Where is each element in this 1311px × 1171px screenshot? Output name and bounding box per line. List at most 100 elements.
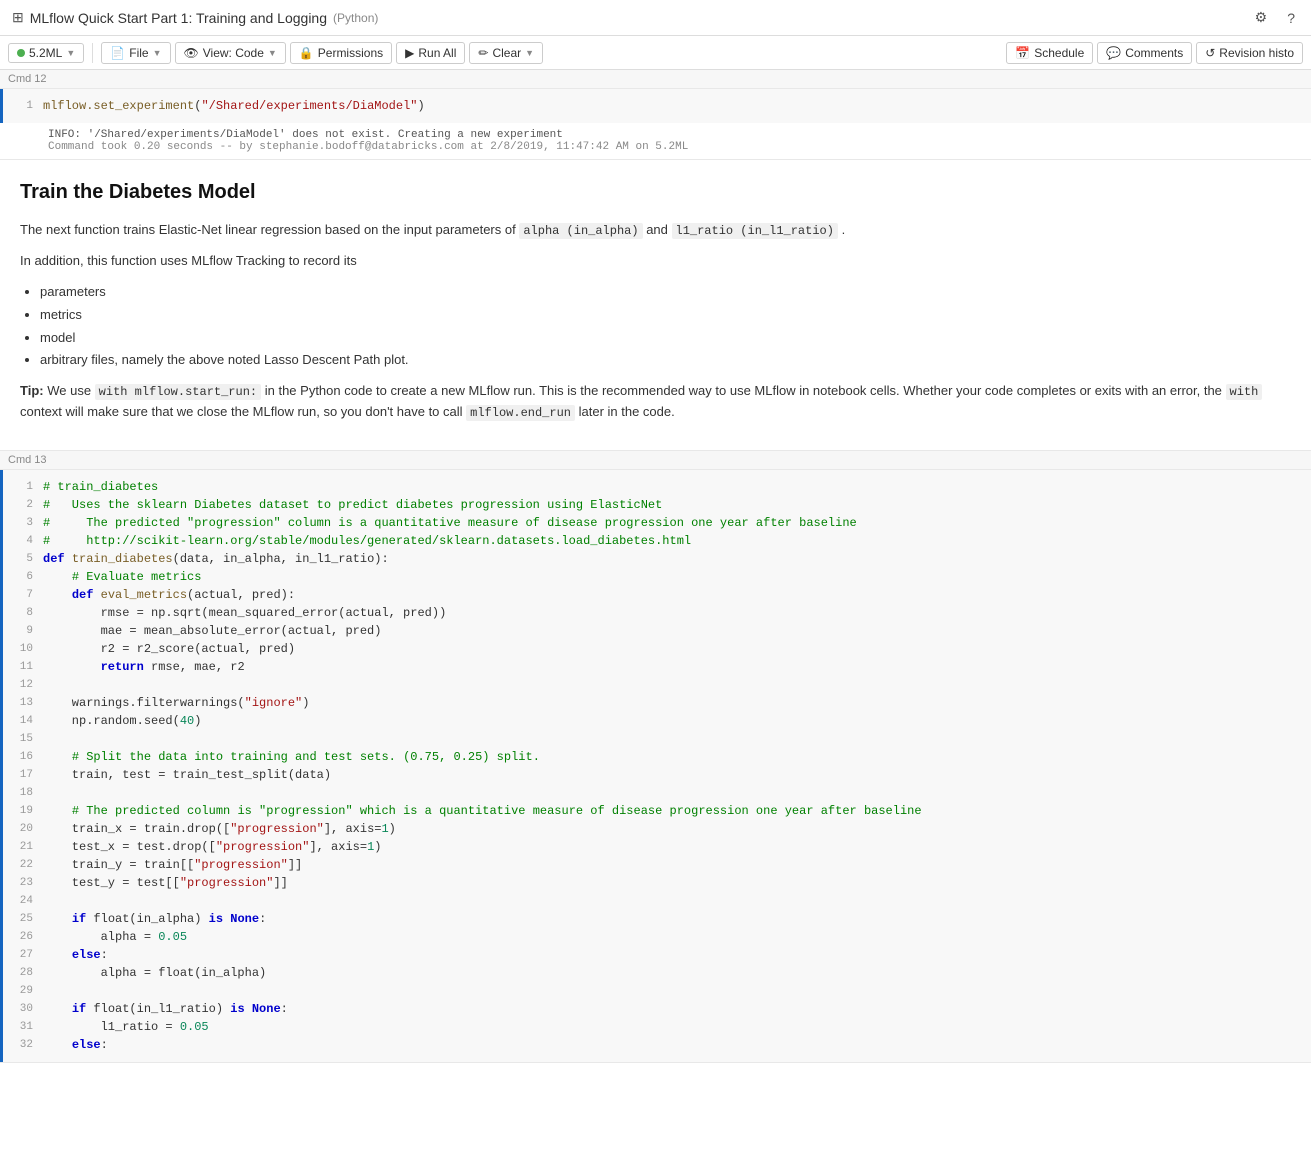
code-line-c24: 24 xyxy=(3,892,1311,910)
run-icon: ▶ xyxy=(405,46,414,60)
code-area-cmd13[interactable]: 1 # train_diabetes 2 # Uses the sklearn … xyxy=(0,470,1311,1062)
cluster-status-dot xyxy=(17,49,25,57)
code-line-c13: 13 warnings.filterwarnings("ignore") xyxy=(3,694,1311,712)
view-icon: 👁 xyxy=(184,46,199,60)
revision-button[interactable]: ↺ Revision histo xyxy=(1196,42,1303,64)
code-area-cmd12[interactable]: 1 mlflow.set_experiment("/Shared/experim… xyxy=(0,89,1311,123)
p1-period: . xyxy=(842,222,846,237)
schedule-label: Schedule xyxy=(1034,46,1084,60)
notebook-lang: (Python) xyxy=(333,11,378,25)
help-button[interactable]: ? xyxy=(1283,8,1299,28)
top-bar: ⊞ MLflow Quick Start Part 1: Training an… xyxy=(0,0,1311,36)
schedule-icon: 📅 xyxy=(1015,46,1030,60)
notebook-title: MLflow Quick Start Part 1: Training and … xyxy=(30,10,327,26)
code-line-c5: 5 def train_diabetes(data, in_alpha, in_… xyxy=(3,550,1311,568)
tip-end: later in the code. xyxy=(579,404,675,419)
cell-cmd13-label: Cmd 13 xyxy=(0,451,1311,470)
code-line-c22: 22 train_y = train[["progression"]] xyxy=(3,856,1311,874)
code-line-c11: 11 return rmse, mae, r2 xyxy=(3,658,1311,676)
code-line-c19: 19 # The predicted column is "progressio… xyxy=(3,802,1311,820)
schedule-button[interactable]: 📅 Schedule xyxy=(1006,42,1093,64)
output-info-text: INFO: '/Shared/experiments/DiaModel' doe… xyxy=(48,129,1299,141)
revision-icon: ↺ xyxy=(1205,46,1215,60)
bullet-2: metrics xyxy=(40,305,1291,326)
line-num-1: 1 xyxy=(3,97,43,115)
code-line-c28: 28 alpha = float(in_alpha) xyxy=(3,964,1311,982)
tip-mid: in the Python code to create a new MLflo… xyxy=(265,383,1226,398)
line-content-1: mlflow.set_experiment("/Shared/experimen… xyxy=(43,97,1311,115)
markdown-p2: In addition, this function uses MLflow T… xyxy=(20,251,1291,272)
comment-icon: 💬 xyxy=(1106,46,1121,60)
code-line-c25: 25 if float(in_alpha) is None: xyxy=(3,910,1311,928)
cluster-chevron-icon: ▼ xyxy=(66,48,75,58)
file-label: File xyxy=(129,46,148,60)
code-line-c17: 17 train, test = train_test_split(data) xyxy=(3,766,1311,784)
cluster-selector[interactable]: 5.2ML ▼ xyxy=(8,43,84,63)
p1-code1: alpha (in_alpha) xyxy=(519,223,642,239)
bullet-1: parameters xyxy=(40,282,1291,303)
code-line-c27: 27 else: xyxy=(3,946,1311,964)
code-line-c7: 7 def eval_metrics(actual, pred): xyxy=(3,586,1311,604)
code-line-c26: 26 alpha = 0.05 xyxy=(3,928,1311,946)
view-label: View: Code xyxy=(203,46,264,60)
p1-mid: and xyxy=(646,222,671,237)
tip-after: context will make sure that we close the… xyxy=(20,404,466,419)
code-line-c9: 9 mae = mean_absolute_error(actual, pred… xyxy=(3,622,1311,640)
markdown-p1: The next function trains Elastic-Net lin… xyxy=(20,220,1291,241)
tip-code2: with xyxy=(1226,384,1263,400)
run-all-button[interactable]: ▶ Run All xyxy=(396,42,465,64)
cell-markdown: Train the Diabetes Model The next functi… xyxy=(0,160,1311,451)
top-bar-left: ⊞ MLflow Quick Start Part 1: Training an… xyxy=(12,9,378,26)
file-button[interactable]: 📄 File ▼ xyxy=(101,42,170,64)
p1-before: The next function trains Elastic-Net lin… xyxy=(20,222,516,237)
settings-button[interactable]: ⚙ xyxy=(1251,7,1272,28)
run-all-label: Run All xyxy=(418,46,456,60)
tip-code1: with mlflow.start_run: xyxy=(95,384,261,400)
code-line-c15: 15 xyxy=(3,730,1311,748)
code-line-c16: 16 # Split the data into training and te… xyxy=(3,748,1311,766)
code-line-c14: 14 np.random.seed(40) xyxy=(3,712,1311,730)
output-meta-text: Command took 0.20 seconds -- by stephani… xyxy=(48,141,1299,153)
tip-before: We use xyxy=(47,383,94,398)
grid-icon: ⊞ xyxy=(12,9,24,26)
clear-label: Clear xyxy=(492,46,521,60)
comments-button[interactable]: 💬 Comments xyxy=(1097,42,1192,64)
lock-icon: 🔒 xyxy=(299,46,314,60)
markdown-tip: Tip: We use with mlflow.start_run: in th… xyxy=(20,381,1291,423)
code-line-c18: 18 xyxy=(3,784,1311,802)
cell-cmd12-label: Cmd 12 xyxy=(0,70,1311,89)
file-chevron-icon: ▼ xyxy=(153,48,162,58)
notebook-content: Cmd 12 1 mlflow.set_experiment("/Shared/… xyxy=(0,70,1311,1063)
markdown-bullet-list: parameters metrics model arbitrary files… xyxy=(40,282,1291,371)
view-button[interactable]: 👁 View: Code ▼ xyxy=(175,42,286,64)
file-icon: 📄 xyxy=(110,46,125,60)
code-line-c4: 4 # http://scikit-learn.org/stable/modul… xyxy=(3,532,1311,550)
top-bar-right: ⚙ ? xyxy=(1251,7,1299,28)
code-line-1: 1 mlflow.set_experiment("/Shared/experim… xyxy=(3,97,1311,115)
code-line-c30: 30 if float(in_l1_ratio) is None: xyxy=(3,1000,1311,1018)
toolbar-cluster-group: 5.2ML ▼ xyxy=(8,43,84,63)
code-line-c32: 32 else: xyxy=(3,1036,1311,1054)
code-line-c12: 12 xyxy=(3,676,1311,694)
cluster-name: 5.2ML xyxy=(29,46,62,60)
code-line-c23: 23 test_y = test[["progression"]] xyxy=(3,874,1311,892)
clear-button[interactable]: ✏ Clear ▼ xyxy=(469,42,543,64)
cell-cmd13: Cmd 13 1 # train_diabetes 2 # Uses the s… xyxy=(0,451,1311,1063)
code-line-c8: 8 rmse = np.sqrt(mean_squared_error(actu… xyxy=(3,604,1311,622)
permissions-button[interactable]: 🔒 Permissions xyxy=(290,42,392,64)
permissions-label: Permissions xyxy=(318,46,383,60)
revision-label: Revision histo xyxy=(1219,46,1294,60)
output-cmd12: INFO: '/Shared/experiments/DiaModel' doe… xyxy=(0,123,1311,159)
code-line-c31: 31 l1_ratio = 0.05 xyxy=(3,1018,1311,1036)
code-line-c6: 6 # Evaluate metrics xyxy=(3,568,1311,586)
code-line-c3: 3 # The predicted "progression" column i… xyxy=(3,514,1311,532)
toolbar: 5.2ML ▼ 📄 File ▼ 👁 View: Code ▼ 🔒 Permis… xyxy=(0,36,1311,70)
tip-code3: mlflow.end_run xyxy=(466,405,575,421)
bullet-3: model xyxy=(40,328,1291,349)
code-line-c29: 29 xyxy=(3,982,1311,1000)
clear-chevron-icon: ▼ xyxy=(525,48,534,58)
code-line-c20: 20 train_x = train.drop(["progression"],… xyxy=(3,820,1311,838)
tip-label: Tip: xyxy=(20,383,44,398)
bullet-4: arbitrary files, namely the above noted … xyxy=(40,350,1291,371)
toolbar-sep-1 xyxy=(92,43,93,63)
